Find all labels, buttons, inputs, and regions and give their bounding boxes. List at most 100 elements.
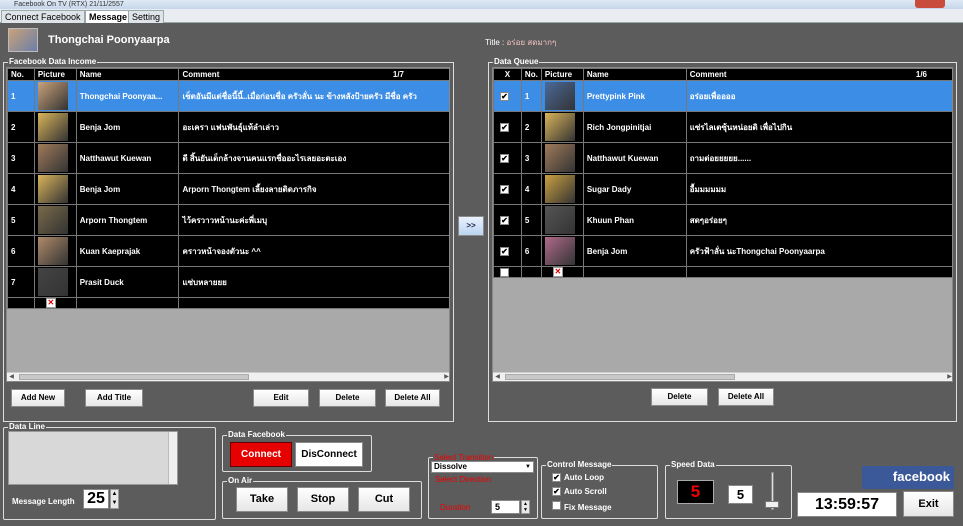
income-header-row: No. Picture Name Comment 1/7 [7,68,449,81]
row-no: 2 [520,111,542,143]
delete-button[interactable]: Delete [319,389,376,407]
checkbox-checked-icon[interactable]: ✔ [500,184,509,194]
auto-scroll-checkbox[interactable]: ✔ Auto Scroll [552,487,607,496]
row-no: 6 [520,235,542,267]
row-comment: แซ่บหลายยย [178,266,449,298]
table-row-new[interactable]: ✕ [7,297,449,309]
queue-grid[interactable]: X No. Picture Name Comment 1/6 ✔ 1 Prettypi… [492,67,953,382]
table-row[interactable]: 4 Benja Jom Arporn Thongtem เลี้ยงลายติดภา… [7,173,449,205]
add-title-button[interactable]: Add Title [85,389,143,407]
stepper-arrows-icon[interactable]: ▲ ▼ [521,500,530,514]
queue-delete-all-button[interactable]: Delete All [718,388,774,406]
profile-thumbnail [544,144,575,172]
edit-button[interactable]: Edit [253,389,309,407]
checkbox-checked-icon[interactable]: ✔ [500,215,509,225]
row-comment: สดๆอร่อยๆ [685,204,952,236]
row-picture [540,111,584,143]
delete-all-button[interactable]: Delete All [385,389,440,407]
title-display: Title : อร่อย สดมากๆ [485,36,556,49]
row-name: Benja Jom [75,111,180,143]
table-row[interactable]: 2 Benja Jom อะเครา แฟนพันธุ์แท้ลำเล่าว [7,111,449,143]
profile-thumbnail [37,175,68,203]
data-line-vscrollbar[interactable] [168,432,177,484]
scroll-left-icon[interactable]: ◀ [7,373,16,381]
exit-button[interactable]: Exit [903,491,954,517]
table-row[interactable]: ✔ 3 Natthawut Kuewan ถามต่อยยยยย...... [493,142,952,174]
checkbox-checked-icon[interactable]: ✔ [500,91,509,101]
income-grid[interactable]: No. Picture Name Comment 1/7 1 Thongchai P… [6,67,450,382]
cut-button[interactable]: Cut [358,487,410,512]
checkbox-checked-icon[interactable]: ✔ [552,473,561,482]
table-row[interactable]: ✔ 1 Prettypink Pink อร่อยเพื่ออออ [493,80,952,112]
row-no [7,297,35,309]
row-checkbox[interactable]: ✔ [493,235,522,267]
close-window-button[interactable] [915,0,945,8]
col-header-name[interactable]: Name [582,68,687,81]
row-comment: Arporn Thongtem เลี้ยงลายติดภารกิจ [178,173,449,205]
checkbox-checked-icon[interactable]: ✔ [500,246,509,256]
checkbox-unchecked-icon[interactable] [552,501,561,510]
stepper-arrows-icon[interactable]: ▲ ▼ [110,489,119,509]
auto-loop-checkbox[interactable]: ✔ Auto Loop [552,473,604,482]
table-row[interactable]: 7 Prasit Duck แซ่บหลายยย [7,266,449,298]
move-to-queue-button[interactable]: >> [458,216,484,236]
data-line-textarea[interactable] [8,431,178,485]
comment-header-label: Comment [689,70,727,79]
table-row[interactable]: 5 Arporn Thongtem ไว้ครวาวหน้านะค่ะพี่เมบุ [7,204,449,236]
col-header-no[interactable]: No. [520,68,542,81]
table-row-new[interactable]: ✕ [493,266,952,278]
checkbox-checked-icon[interactable]: ✔ [552,487,561,496]
table-row[interactable]: ✔ 4 Sugar Dady อื้มมมมมม [493,173,952,205]
take-button[interactable]: Take [236,487,288,512]
row-no: 3 [520,142,542,174]
row-checkbox[interactable] [493,266,522,278]
fix-message-checkbox[interactable]: Fix Message [552,501,612,512]
profile-thumbnail [544,237,575,265]
transition-select[interactable]: Dissolve ▼ [431,461,534,473]
table-row[interactable]: 6 Kuan Kaeprajak คราวหน้าจองตัวนะ ^^ [7,235,449,267]
speed-slider[interactable] [763,470,781,512]
col-header-name[interactable]: Name [75,68,180,81]
scroll-left-icon[interactable]: ◀ [493,373,502,381]
connect-button[interactable]: Connect [230,442,292,467]
checkbox-unchecked-icon[interactable] [500,267,509,277]
row-checkbox[interactable]: ✔ [493,111,522,143]
scroll-thumb[interactable] [19,374,249,380]
add-new-button[interactable]: Add New [11,389,65,407]
col-header-no[interactable]: No. [7,68,35,81]
disconnect-button[interactable]: DisConnect [295,442,363,467]
tab-setting[interactable]: Setting [128,10,165,23]
table-row[interactable]: 3 Natthawut Kuewan ดี สิ้นยันเด็กล้างจานคน… [7,142,449,174]
queue-delete-button[interactable]: Delete [651,388,708,406]
col-header-comment[interactable]: Comment 1/6 [685,68,952,81]
chevron-down-icon[interactable]: ▼ [525,462,531,472]
table-row[interactable]: ✔ 6 Benja Jom ครัวฟ้าลั่น นะThongchai Poony… [493,235,952,267]
col-header-picture[interactable]: Picture [33,68,77,81]
slider-handle[interactable] [765,501,779,508]
income-hscrollbar[interactable]: ◀ ▶ [7,372,449,381]
col-header-picture[interactable]: Picture [540,68,584,81]
on-air-legend: On Air [227,476,254,486]
tab-message[interactable]: Message [85,10,132,23]
tab-connect-facebook[interactable]: Connect Facebook [1,10,85,23]
table-row[interactable]: ✔ 2 Rich Jongpinitjai แซ่รไลเตซุ้นหน่อยดิ เ… [493,111,952,143]
row-picture [33,266,77,298]
row-checkbox[interactable]: ✔ [493,173,522,205]
speed-data-legend: Speed Data [670,460,716,470]
row-checkbox[interactable]: ✔ [493,80,522,112]
table-row[interactable]: 1 Thongchai Poonyaa... เซ็ตอันมีแต่ชื่อนี้… [7,80,449,112]
col-header-x[interactable]: X [493,68,522,81]
scroll-right-icon[interactable]: ▶ [945,373,952,381]
queue-hscrollbar[interactable]: ◀ ▶ [493,372,952,381]
checkbox-checked-icon[interactable]: ✔ [500,153,509,163]
scroll-right-icon[interactable]: ▶ [442,373,449,381]
row-checkbox[interactable]: ✔ [493,204,522,236]
stop-button[interactable]: Stop [297,487,349,512]
table-row[interactable]: ✔ 5 Khuun Phan สดๆอร่อยๆ [493,204,952,236]
col-header-comment[interactable]: Comment 1/7 [178,68,449,81]
scroll-thumb[interactable] [505,374,735,380]
row-checkbox[interactable]: ✔ [493,142,522,174]
message-length-stepper[interactable]: 25 [83,489,109,509]
duration-stepper[interactable]: 5 [491,500,520,514]
checkbox-checked-icon[interactable]: ✔ [500,122,509,132]
